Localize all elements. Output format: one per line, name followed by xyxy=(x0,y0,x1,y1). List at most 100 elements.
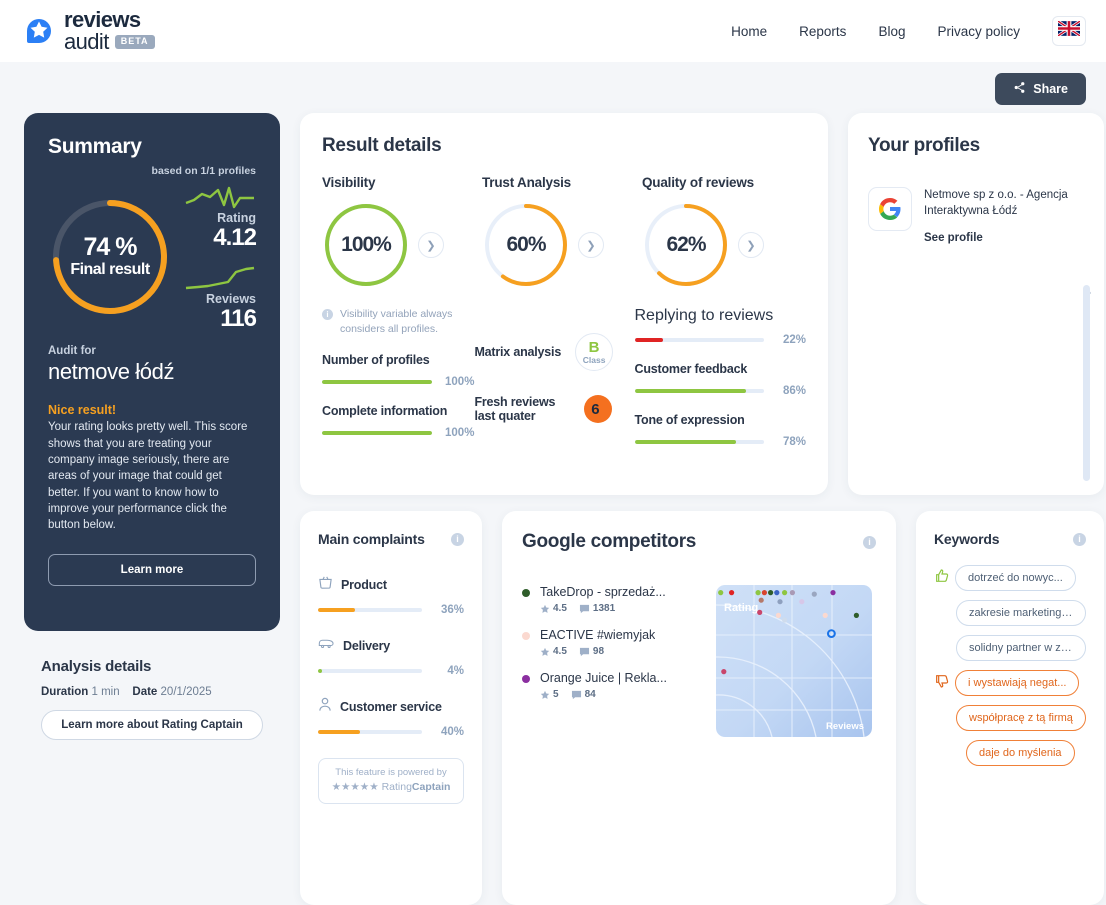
ring-col-quality: Quality of reviews 62% ❯ xyxy=(642,175,802,289)
summary-title: Summary xyxy=(48,135,142,158)
trust-chevron-right-icon[interactable]: ❯ xyxy=(578,232,604,258)
scatter-point xyxy=(768,590,774,596)
keyword-item: zakresie marketingu in... xyxy=(934,600,1086,626)
fresh-reviews-value: 6 xyxy=(591,400,600,418)
trust-metrics: Matrix analysis B Class Fresh reviews la… xyxy=(474,307,634,448)
complaint-label: Product xyxy=(341,578,387,592)
rating-captain-bold: Captain xyxy=(411,781,451,794)
scatter-point xyxy=(761,590,767,596)
verdict-headline: Nice result! xyxy=(48,403,117,418)
main-complaints-info-icon[interactable]: i xyxy=(451,532,464,546)
keyword-pill[interactable]: dotrzeć do nowyc... xyxy=(955,565,1076,591)
nav-item-home[interactable]: Home xyxy=(731,24,767,39)
summary-card: Summary based on 1/1 profiles 74 % Final… xyxy=(24,113,280,631)
competitor-reviews: 84 xyxy=(571,689,596,700)
competitor-name: Orange Juice | Rekla... xyxy=(540,671,667,685)
scatter-point xyxy=(853,612,859,618)
see-profile-link[interactable]: See profile xyxy=(924,232,983,244)
complaint-value: 36% xyxy=(440,604,464,616)
keyword-pill[interactable]: daje do myślenia xyxy=(966,740,1075,766)
rating-captain-button[interactable]: Learn more about Rating Captain xyxy=(41,710,263,740)
main-nav: Home Reports Blog Privacy policy xyxy=(731,16,1086,46)
competitor-item[interactable]: TakeDrop - sprzedaż... 4.5 1381 xyxy=(522,585,702,614)
scatter-point xyxy=(782,590,788,596)
metric-complete-information: Complete information 100% xyxy=(322,404,474,439)
rating-value: 4.12 xyxy=(213,224,257,251)
metric-value: 78% xyxy=(782,436,806,448)
matrix-class-sub: Class xyxy=(582,354,606,365)
competitor-rating: 4.5 xyxy=(540,603,567,614)
scatter-point xyxy=(782,617,788,623)
powered-by-text: This feature is powered by xyxy=(335,767,447,778)
reviews-audit-logo-icon xyxy=(22,14,56,48)
nav-item-blog[interactable]: Blog xyxy=(878,24,905,39)
keywords-title: Keywords xyxy=(934,531,1000,547)
complaint-value: 40% xyxy=(440,726,464,738)
info-icon: i xyxy=(322,309,333,320)
metric-label: Replying to reviews xyxy=(634,307,774,324)
analysis-title: Analysis details xyxy=(41,658,152,675)
competitor-rating: 4.5 xyxy=(540,646,567,657)
metric-value: 86% xyxy=(782,385,806,397)
app-header: reviews audit BETA Home Reports Blog Pri… xyxy=(0,0,1106,62)
complaint-value: 4% xyxy=(447,665,464,677)
share-button[interactable]: Share xyxy=(995,73,1086,105)
your-profiles-title: Your profiles xyxy=(868,135,980,156)
profiles-scrollbar[interactable] xyxy=(1083,285,1090,481)
learn-more-button[interactable]: Learn more xyxy=(48,553,256,586)
scatter-point xyxy=(774,590,780,596)
profile-item: Netmove sp z o.o. - Agencja Interaktywna… xyxy=(868,187,1084,246)
keyword-pill[interactable]: i wystawiają negat... xyxy=(955,670,1080,696)
trust-ring: 60% xyxy=(482,201,570,289)
scatter-point xyxy=(811,591,817,597)
complaint-bar xyxy=(318,730,422,734)
keyword-pill[interactable]: współpracę z tą firmą xyxy=(956,705,1086,731)
nav-item-privacy-policy[interactable]: Privacy policy xyxy=(937,24,1020,39)
svg-text:Reviews: Reviews xyxy=(826,721,864,732)
reviews-block: Reviews 116 xyxy=(182,264,257,331)
final-result-label: Final result xyxy=(70,261,150,279)
scatter-point xyxy=(721,669,727,675)
competitor-item[interactable]: EACTIVE #wiemyjak 4.5 98 xyxy=(522,628,702,657)
competitor-item[interactable]: Orange Juice | Rekla... 5 84 xyxy=(522,671,702,700)
keywords-card: Keywords i dotrzeć do nowyc... zakresie … xyxy=(916,511,1104,905)
metric-value: 100% xyxy=(445,376,475,389)
keyword-item: daje do myślenia xyxy=(934,740,1086,766)
complaint-delivery: Delivery 4% xyxy=(318,636,464,677)
nav-item-reports[interactable]: Reports xyxy=(799,24,846,39)
summary-based-on: based on 1/1 profiles xyxy=(151,165,256,177)
visibility-note: i Visibility variable always considers a… xyxy=(322,307,474,337)
metric-bar xyxy=(634,338,764,342)
google-competitors-info-icon[interactable]: i xyxy=(863,535,876,549)
competitor-reviews-value: 1381 xyxy=(592,603,616,614)
scatter-point xyxy=(777,599,783,605)
competitor-name: TakeDrop - sprzedaż... xyxy=(540,585,666,599)
metric-value: 100% xyxy=(445,427,475,440)
rating-label: Rating xyxy=(217,211,256,225)
trust-value: 60% xyxy=(506,233,546,256)
keyword-pill[interactable]: solidny partner w zakr... xyxy=(956,635,1086,661)
metric-label: Customer feedback xyxy=(634,362,748,376)
ring-row: Visibility 100% ❯ Trust Analysis 60% ❯ Q… xyxy=(322,175,806,289)
uk-flag-icon xyxy=(1057,19,1081,41)
complaint-bar xyxy=(318,608,422,612)
quality-chevron-right-icon[interactable]: ❯ xyxy=(738,232,764,258)
keywords-info-icon[interactable]: i xyxy=(1073,532,1086,546)
competitor-color-dot xyxy=(522,675,530,683)
powered-by-rating-captain-badge[interactable]: This feature is powered by ★★★★★ RatingC… xyxy=(318,758,464,804)
person-icon xyxy=(318,697,332,717)
visibility-note-text: Visibility variable always considers all… xyxy=(340,308,453,336)
ring-title-trust: Trust Analysis xyxy=(482,175,571,190)
scatter-point xyxy=(757,609,763,615)
complaint-label: Delivery xyxy=(343,639,391,653)
duration-label: Duration xyxy=(41,686,89,698)
keyword-pill[interactable]: zakresie marketingu in... xyxy=(956,600,1086,626)
verdict-text: Your rating looks pretty well. This scor… xyxy=(48,421,248,532)
metric-label: Complete information xyxy=(322,404,448,419)
matrix-class-badge: B Class xyxy=(575,333,614,371)
language-selector[interactable] xyxy=(1052,16,1086,46)
complaint-bar xyxy=(318,669,422,673)
logo[interactable]: reviews audit BETA xyxy=(22,8,155,54)
visibility-chevron-right-icon[interactable]: ❯ xyxy=(418,232,444,258)
scatter-point xyxy=(789,590,795,596)
